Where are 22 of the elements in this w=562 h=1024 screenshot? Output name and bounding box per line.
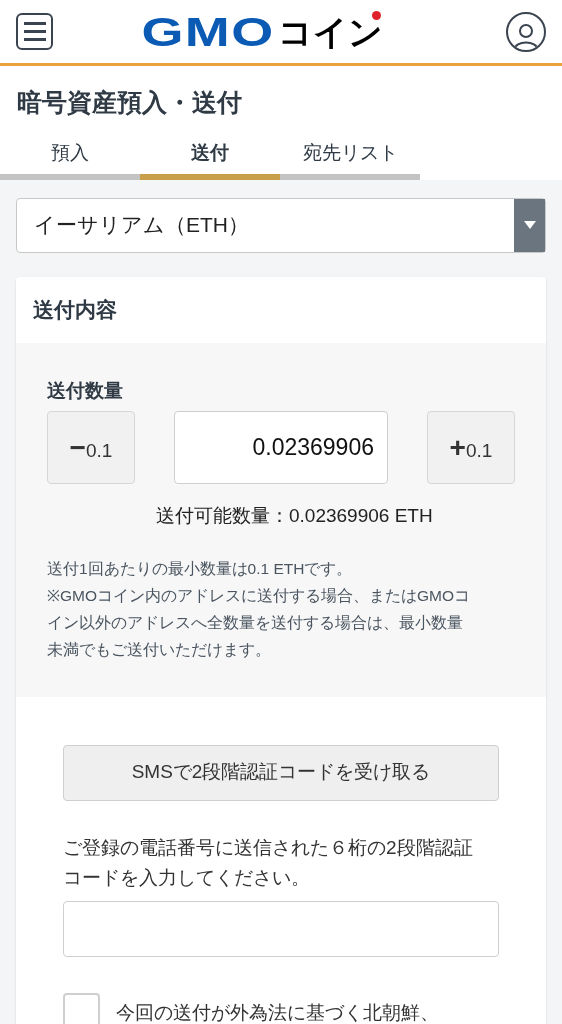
confirm-label: 今回の送付が外為法に基づく北朝鮮、 — [116, 1000, 439, 1024]
tab[interactable]: 預入 — [0, 133, 140, 180]
card-title: 送付内容 — [33, 296, 117, 323]
increment-button[interactable]: +0.1 — [427, 411, 515, 484]
quantity-label: 送付数量 — [47, 378, 124, 403]
decrement-button[interactable]: −0.1 — [47, 411, 135, 484]
sms-code-button[interactable]: SMSで2段階認証コードを受け取る — [63, 744, 499, 801]
logo-kana: コイン — [278, 14, 384, 49]
logo-latin: GMO — [141, 11, 275, 52]
note-text: ※GMOコイン内のアドレスに送付する場合、またはGMOコイン以外のアドレスへ全数量を送付する場合は、最小数量未満でもご送付いただけます。 — [47, 585, 472, 660]
menu-button[interactable] — [16, 13, 53, 50]
code-input[interactable] — [63, 900, 499, 957]
code-instruction: ご登録の電話番号に送信された６桁の2段階認証コードを入力してください。 — [63, 835, 474, 890]
tab[interactable]: 宛先リスト — [280, 133, 420, 180]
available-quantity: 送付可能数量：0.02369906 ETH — [156, 505, 433, 526]
user-icon[interactable] — [506, 11, 546, 52]
tab[interactable]: 送付 — [140, 133, 280, 180]
confirm-checkbox[interactable] — [63, 992, 100, 1024]
page-title: 暗号資産預入・送付 — [16, 87, 243, 118]
note-text: 送付1回あたりの最小数量は0.1 ETHです。 — [47, 558, 354, 579]
quantity-input[interactable]: 0.02369906 — [174, 411, 388, 484]
currency-select[interactable]: イーサリアム（ETH） — [16, 197, 546, 253]
